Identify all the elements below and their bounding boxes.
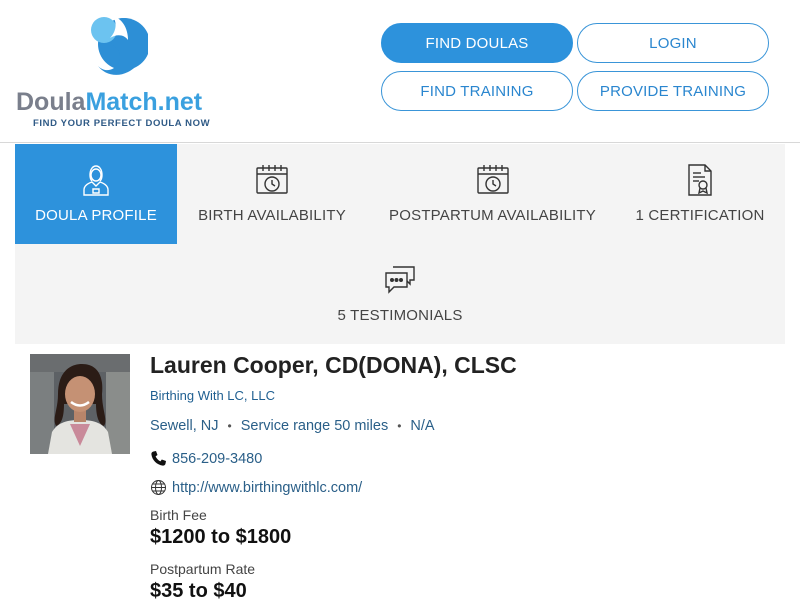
tab-postpartum-availability[interactable]: POSTPARTUM AVAILABILITY: [370, 144, 615, 244]
website-link[interactable]: http://www.birthingwithlc.com/: [172, 480, 362, 496]
postpartum-rate-label: Postpartum Rate: [150, 561, 256, 577]
site-logo[interactable]: DoulaMatch.net FIND YOUR PERFECT DOULA N…: [16, 12, 216, 132]
profile-photo: [30, 354, 130, 454]
calendar-clock-icon: [256, 165, 288, 194]
chat-bubbles-icon: [385, 266, 415, 294]
tab-label: DOULA PROFILE: [35, 207, 157, 224]
separator-dot: •: [397, 419, 402, 433]
tab-label: POSTPARTUM AVAILABILITY: [389, 207, 596, 224]
tab-label: 1 CERTIFICATION: [635, 207, 765, 224]
user-icon: [83, 165, 109, 196]
logo-mark-icon: [91, 16, 148, 75]
tab-label: 5 TESTIMONIALS: [337, 307, 463, 324]
tab-certification[interactable]: 1 CERTIFICATION: [615, 144, 785, 244]
provide-training-button[interactable]: PROVIDE TRAINING: [577, 71, 769, 111]
location-row: Sewell, NJ • Service range 50 miles • N/…: [150, 418, 435, 434]
logo-wordmark: DoulaMatch.net: [16, 88, 203, 116]
tab-label: BIRTH AVAILABILITY: [198, 207, 346, 224]
phone-row[interactable]: 856-209-3480: [150, 450, 262, 467]
certificate-icon: [688, 164, 712, 196]
doula-name: Lauren Cooper, CD(DONA), CLSC: [150, 352, 517, 378]
tab-birth-availability[interactable]: BIRTH AVAILABILITY: [177, 144, 367, 244]
find-doulas-button[interactable]: FIND DOULAS: [381, 23, 573, 63]
tab-testimonials[interactable]: 5 TESTIMONIALS: [300, 244, 500, 344]
logo-tagline: FIND YOUR PERFECT DOULA NOW: [33, 118, 211, 129]
find-training-button[interactable]: FIND TRAINING: [381, 71, 573, 111]
profile-tabs: DOULA PROFILE BIRTH AVAILABILITY POSTPAR…: [15, 144, 785, 344]
postpartum-rate-value: $35 to $40: [150, 580, 247, 600]
phone-number[interactable]: 856-209-3480: [172, 451, 262, 467]
birth-fee-value: $1200 to $1800: [150, 526, 292, 548]
service-range-text: Service range 50 miles: [240, 418, 389, 434]
login-button[interactable]: LOGIN: [577, 23, 769, 63]
calendar-clock-icon: [476, 165, 509, 194]
tab-doula-profile[interactable]: DOULA PROFILE: [15, 144, 177, 244]
separator-dot: •: [227, 419, 232, 433]
site-header: DoulaMatch.net FIND YOUR PERFECT DOULA N…: [0, 0, 800, 143]
extra-info-text: N/A: [410, 418, 435, 434]
location-text: Sewell, NJ: [150, 418, 219, 434]
business-name: Birthing With LC, LLC: [150, 388, 275, 403]
birth-fee-label: Birth Fee: [150, 507, 207, 523]
phone-icon: [151, 451, 166, 466]
website-row[interactable]: http://www.birthingwithlc.com/: [150, 479, 362, 496]
globe-icon: [151, 480, 166, 495]
